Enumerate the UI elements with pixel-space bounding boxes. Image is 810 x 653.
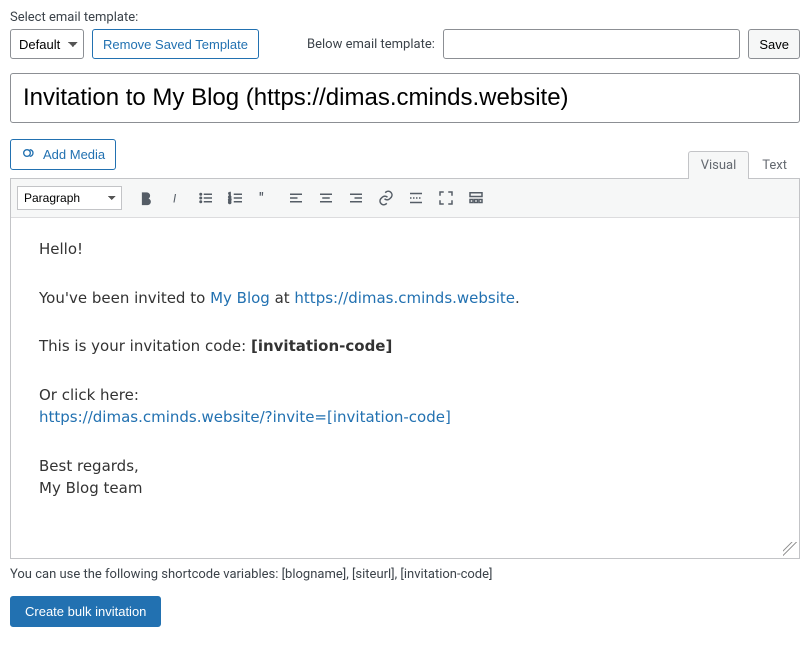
shortcode-hint: You can use the following shortcode vari… <box>10 567 800 582</box>
align-center-button[interactable] <box>312 184 340 212</box>
body-invited-line: You've been invited to My Blog at https:… <box>39 287 771 310</box>
below-template-input[interactable] <box>443 29 740 59</box>
below-template-label: Below email template: <box>307 37 435 52</box>
email-subject-input[interactable] <box>10 73 800 123</box>
bulleted-list-button[interactable] <box>192 184 220 212</box>
resize-handle[interactable] <box>783 542 797 556</box>
editor-toolbar: Paragraph B I 123 " <box>11 179 799 218</box>
template-select[interactable]: Default <box>10 29 84 59</box>
editor-body[interactable]: Hello! You've been invited to My Blog at… <box>11 218 799 558</box>
body-team: My Blog team <box>39 477 771 500</box>
create-bulk-invitation-button[interactable]: Create bulk invitation <box>10 596 161 627</box>
editor-tabs: Visual Text <box>688 150 800 178</box>
align-left-button[interactable] <box>282 184 310 212</box>
media-icon <box>21 145 37 164</box>
invitation-code-placeholder: [invitation-code] <box>251 337 392 355</box>
svg-text:3: 3 <box>229 199 232 205</box>
fullscreen-button[interactable] <box>432 184 460 212</box>
body-greeting: Hello! <box>39 238 771 261</box>
select-template-label: Select email template: <box>10 10 800 25</box>
blog-link[interactable]: My Blog <box>210 289 270 307</box>
link-button[interactable] <box>372 184 400 212</box>
template-row: Default Remove Saved Template Below emai… <box>10 29 800 59</box>
align-right-button[interactable] <box>342 184 370 212</box>
editor-container: Paragraph B I 123 " Hello! You've been i… <box>10 178 800 559</box>
body-invite-link-line: https://dimas.cminds.website/?invite=[in… <box>39 406 771 429</box>
tab-visual[interactable]: Visual <box>688 151 750 179</box>
invite-link[interactable]: https://dimas.cminds.website/?invite=[in… <box>39 408 451 426</box>
blockquote-button[interactable]: " <box>252 184 280 212</box>
italic-button[interactable]: I <box>162 184 190 212</box>
site-link[interactable]: https://dimas.cminds.website <box>294 289 515 307</box>
remove-saved-template-button[interactable]: Remove Saved Template <box>92 29 259 59</box>
format-select[interactable]: Paragraph <box>17 186 122 210</box>
body-regards: Best regards, <box>39 455 771 478</box>
add-media-button[interactable]: Add Media <box>10 139 116 170</box>
save-button[interactable]: Save <box>748 29 800 59</box>
toolbar-toggle-button[interactable] <box>462 184 490 212</box>
read-more-button[interactable] <box>402 184 430 212</box>
svg-text:I: I <box>173 192 177 206</box>
svg-text:": " <box>259 191 263 207</box>
bold-button[interactable]: B <box>132 184 160 212</box>
body-code-line: This is your invitation code: [invitatio… <box>39 335 771 358</box>
tab-text[interactable]: Text <box>749 151 800 179</box>
add-media-label: Add Media <box>43 147 105 162</box>
svg-text:B: B <box>142 192 150 206</box>
body-click-here: Or click here: <box>39 384 771 407</box>
numbered-list-button[interactable]: 123 <box>222 184 250 212</box>
